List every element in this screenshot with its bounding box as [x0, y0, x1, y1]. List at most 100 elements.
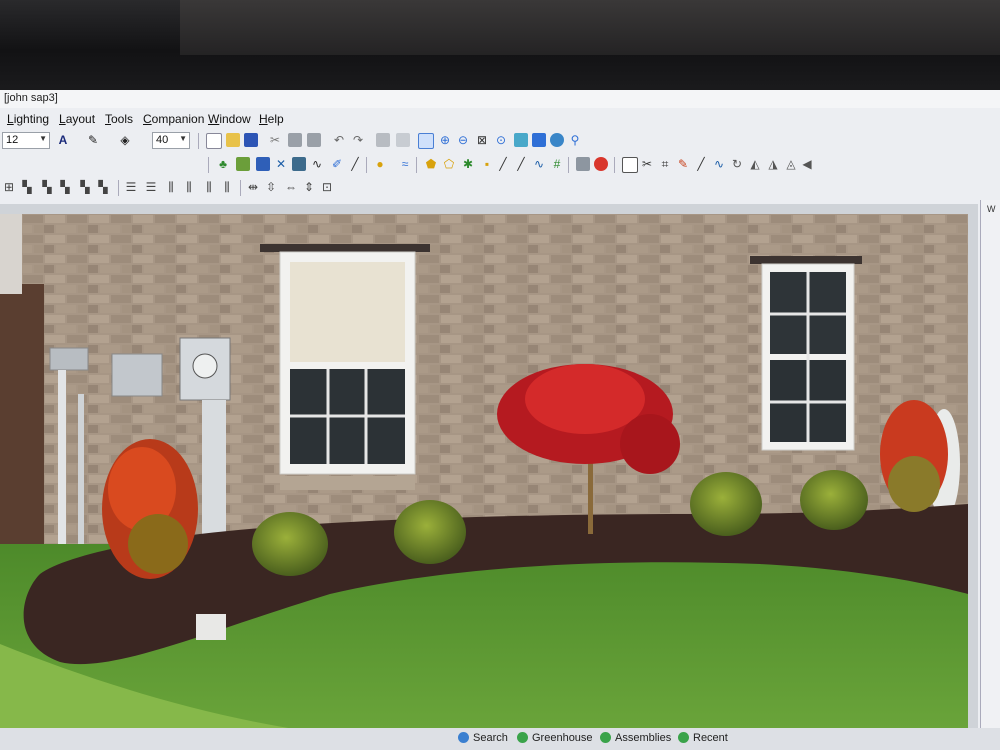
align-center-icon[interactable]: ▚ [40, 180, 54, 194]
curve-tool-icon[interactable]: ∿ [712, 157, 726, 171]
photo-icon[interactable] [236, 157, 250, 171]
align-top-icon[interactable]: ▚ [78, 180, 92, 194]
menu-layout[interactable]: Layout [59, 112, 95, 126]
flip-h-icon[interactable]: ◮ [766, 157, 780, 171]
zoom-in-icon[interactable]: ⊕ [438, 133, 452, 147]
spline-icon[interactable]: ∿ [532, 157, 546, 171]
redo-icon[interactable]: ↷ [351, 133, 365, 147]
align-left-icon[interactable]: ▚ [20, 180, 34, 194]
distribute-top-icon[interactable]: ⫼ [182, 180, 196, 194]
title-bar: [john sap3] [0, 90, 1000, 108]
paste-icon[interactable] [307, 133, 321, 147]
new-file-icon[interactable] [206, 133, 222, 149]
menu-help[interactable]: Help [259, 112, 284, 126]
rectangle-icon[interactable] [622, 157, 638, 173]
font-size-value: 12 [6, 134, 19, 146]
toolbar-row-1: 12 ▼ A ✎ ◈ 40 ▼ ✂ ↶ ↷ ⊕ ⊖ ⊠ ⊙ ⚲ [0, 131, 1000, 153]
shrub-icon[interactable] [292, 157, 306, 171]
landscape-photo [0, 214, 968, 730]
brush-icon[interactable]: ✐ [330, 157, 344, 171]
assemblies-icon [600, 732, 611, 743]
draw-line-icon[interactable]: ╱ [496, 157, 510, 171]
zoom-out-icon[interactable]: ⊖ [456, 133, 470, 147]
polygon-icon[interactable]: ⬟ [424, 157, 438, 171]
menu-companion[interactable]: Companion [143, 112, 204, 126]
tab-assemblies-label: Assemblies [615, 732, 672, 744]
paint-icon[interactable]: ✎ [676, 157, 690, 171]
print-preview-icon[interactable] [396, 133, 410, 147]
open-folder-icon[interactable] [226, 133, 240, 147]
crop-icon[interactable]: ⌗ [658, 157, 672, 171]
space-h-icon[interactable]: ⇹ [246, 180, 260, 194]
distribute-bottom-icon[interactable]: ⫼ [202, 180, 216, 194]
menu-window[interactable]: Window [208, 112, 251, 126]
fence-icon[interactable]: # [550, 157, 564, 171]
align-right-icon[interactable]: ▚ [58, 180, 72, 194]
same-width-icon[interactable]: ⇔ [284, 180, 298, 194]
rotate-icon[interactable]: ↻ [730, 157, 744, 171]
image-icon[interactable] [514, 133, 528, 147]
distribute-left-icon[interactable]: ☰ [124, 180, 138, 194]
zoom-fit-icon[interactable]: ⊠ [475, 133, 489, 147]
print-icon[interactable] [376, 133, 390, 147]
right-panel: W [980, 200, 1000, 730]
app-window: [john sap3] Lighting Layout Tools Compan… [0, 90, 1000, 750]
tab-greenhouse[interactable]: Greenhouse [517, 732, 593, 744]
light-bulb-icon[interactable]: ● [373, 157, 387, 171]
distribute-right-icon[interactable]: ⫼ [164, 180, 178, 194]
copy-icon[interactable] [288, 133, 302, 147]
same-size-icon[interactable]: ⊡ [320, 180, 334, 194]
pen-icon[interactable]: ✎ [86, 133, 100, 147]
tree-icon[interactable]: ♣ [216, 157, 230, 171]
scissors-icon[interactable]: ✂ [640, 157, 654, 171]
tab-search[interactable]: Search [458, 732, 508, 744]
tab-search-label: Search [473, 732, 508, 744]
globe-icon[interactable] [550, 133, 564, 147]
search-icon [458, 732, 469, 743]
distribute-middle-icon[interactable]: ⫼ [220, 180, 234, 194]
wave-icon[interactable]: ≈ [398, 157, 412, 171]
polygon-edit-icon[interactable]: ⬠ [442, 157, 456, 171]
recent-icon [678, 732, 689, 743]
align-grid-icon[interactable]: ⊞ [2, 180, 16, 194]
line-icon[interactable]: ╱ [348, 157, 362, 171]
font-size-select[interactable]: 12 ▼ [2, 132, 50, 149]
zoom-select[interactable]: 40 ▼ [152, 132, 190, 149]
point-icon[interactable]: ▪ [480, 157, 494, 171]
draw-line-2-icon[interactable]: ╱ [514, 157, 528, 171]
distribute-center-icon[interactable]: ☰ [144, 180, 158, 194]
font-color-icon[interactable]: A [56, 133, 70, 147]
menu-tools[interactable]: Tools [105, 112, 133, 126]
search-icon[interactable]: ⚲ [568, 133, 582, 147]
align-bottom-icon[interactable]: ▚ [96, 180, 110, 194]
cross-tool-icon[interactable]: ✕ [274, 157, 288, 171]
tab-recent[interactable]: Recent [678, 732, 728, 744]
library-tabs: Search Greenhouse Assemblies Recent [0, 728, 1000, 750]
stamp-icon[interactable] [576, 157, 590, 171]
flip-icon[interactable]: ◭ [748, 157, 762, 171]
space-v-icon[interactable]: ⇳ [264, 180, 278, 194]
design-canvas[interactable] [0, 214, 968, 730]
menu-bar: Lighting Layout Tools Companion Window H… [0, 110, 1000, 128]
magnify-icon[interactable]: ⊙ [494, 133, 508, 147]
plant-group-icon[interactable] [256, 157, 270, 171]
fill-bucket-icon[interactable]: ◈ [118, 133, 132, 147]
cut-icon[interactable]: ✂ [268, 133, 282, 147]
line-tool-icon[interactable]: ╱ [694, 157, 708, 171]
monitor-icon[interactable] [532, 133, 546, 147]
mirror-icon[interactable]: ◬ [784, 157, 798, 171]
toolbar-row-3: ⊞ ▚ ▚ ▚ ▚ ▚ ☰ ☰ ⫼ ⫼ ⫼ ⫼ ⇹ ⇳ ⇔ ⇕ ⊡ [0, 178, 1000, 200]
design-canvas-frame [0, 204, 978, 732]
menu-lighting[interactable]: Lighting [7, 112, 49, 126]
tab-assemblies[interactable]: Assemblies [600, 732, 671, 744]
color-wheel-icon[interactable] [594, 157, 608, 171]
undo-icon[interactable]: ↶ [332, 133, 346, 147]
save-icon[interactable] [244, 133, 258, 147]
node-icon[interactable]: ✱ [461, 157, 475, 171]
curve-icon[interactable]: ∿ [310, 157, 324, 171]
same-height-icon[interactable]: ⇕ [302, 180, 316, 194]
pointer-icon[interactable] [418, 133, 434, 149]
monitor-bezel [0, 0, 1000, 92]
tab-recent-label: Recent [693, 732, 728, 744]
skew-icon[interactable]: ◀ [800, 157, 814, 171]
